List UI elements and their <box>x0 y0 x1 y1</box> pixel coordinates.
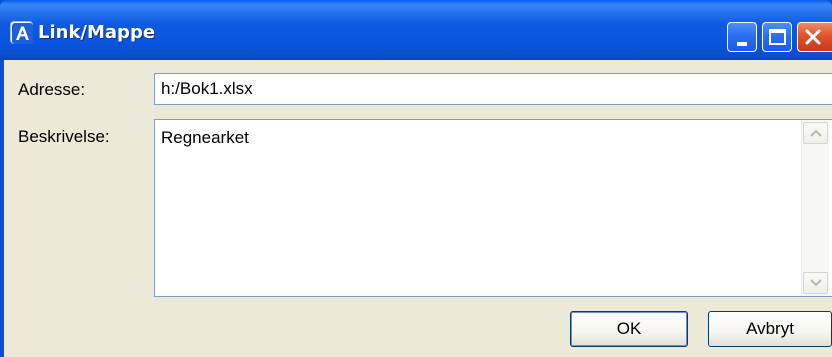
ok-button[interactable]: OK <box>570 311 688 347</box>
description-label: Beskrivelse: <box>18 127 110 146</box>
title-bar[interactable]: Link/Mappe <box>0 0 832 60</box>
chevron-up-icon <box>810 129 822 137</box>
minimize-icon <box>737 42 747 46</box>
address-label: Adresse: <box>18 80 86 99</box>
address-input[interactable]: h:/Bok1.xlsx <box>154 73 832 105</box>
chevron-down-icon <box>810 279 822 287</box>
window-title: Link/Mappe <box>38 22 156 43</box>
close-button[interactable] <box>797 22 832 52</box>
close-icon <box>805 29 821 45</box>
cancel-button[interactable]: Avbryt <box>708 311 832 347</box>
description-text: Regnearket <box>161 128 249 147</box>
app-a-icon <box>10 21 33 44</box>
scroll-down-button[interactable] <box>803 272 828 294</box>
vertical-scrollbar[interactable] <box>801 120 829 296</box>
link-folder-dialog: Link/Mappe Adresse: h:/Bok1.xlsx Beskriv… <box>0 0 832 357</box>
maximize-icon <box>769 29 786 45</box>
description-textarea[interactable]: Regnearket <box>154 119 832 297</box>
scroll-up-button[interactable] <box>803 122 828 144</box>
maximize-button[interactable] <box>762 22 792 52</box>
minimize-button[interactable] <box>727 22 757 52</box>
dialog-body: Adresse: h:/Bok1.xlsx Beskrivelse: Regne… <box>4 60 832 357</box>
